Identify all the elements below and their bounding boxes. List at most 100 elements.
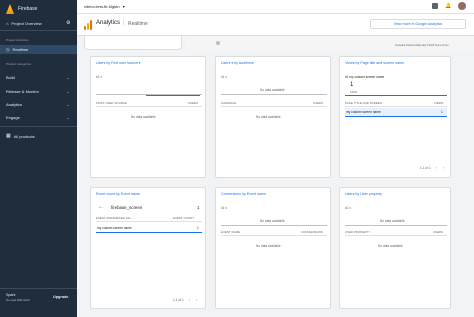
chart-baseline xyxy=(146,95,200,96)
sidebar-item-all-products[interactable]: ▦ All products xyxy=(6,133,35,139)
column-header-users: USERS xyxy=(188,101,199,105)
sidebar-item-release-monitor[interactable]: Release & Monitor ⌄ xyxy=(6,89,71,94)
brand-name: Firebase xyxy=(18,6,38,12)
no-data-message-top: No data available xyxy=(260,219,285,223)
user-property-card: Users by User property #1 ▾ No data avai… xyxy=(339,187,451,309)
sidebar-item-engage[interactable]: Engage ⌄ xyxy=(6,115,71,120)
rank-selector[interactable]: #1 ▾ xyxy=(96,75,102,79)
next-page-icon[interactable]: › xyxy=(443,166,444,170)
row-label: my custom screen name xyxy=(97,226,132,230)
column-header-source: FIRST USER SOURCE xyxy=(96,101,128,105)
card-title[interactable]: Users by User property xyxy=(345,192,382,196)
analytics-title: Analytics xyxy=(96,20,121,26)
sidebar-item-engage-label: Engage xyxy=(6,115,20,120)
card-title[interactable]: Event count by Event name xyxy=(96,192,140,196)
project-overview-link[interactable]: ⌂ Project Overview xyxy=(6,21,42,26)
plan-price: No-cost $0/month xyxy=(6,298,30,302)
map-marker-icon xyxy=(216,41,220,45)
grid-icon: ▦ xyxy=(6,133,11,139)
upgrade-button[interactable]: Upgrade xyxy=(53,295,68,299)
firebase-logo[interactable]: Firebase xyxy=(6,4,37,14)
chart-bar xyxy=(345,95,447,96)
project-name: vibhor-test-fb-f4gktn xyxy=(84,4,120,9)
sidebar-item-realtime[interactable]: ◷ Realtime xyxy=(6,47,28,52)
row-bar xyxy=(345,116,447,117)
chevron-down-icon: ⌄ xyxy=(66,102,70,107)
column-header-property: USER PROPERTY xyxy=(345,230,371,234)
back-arrow-icon[interactable]: ← xyxy=(98,204,104,210)
column-header-audience: AUDIENCE xyxy=(221,101,237,105)
project-selector[interactable]: vibhor-test-fb-f4gktn ▾ xyxy=(84,4,125,9)
home-icon: ⌂ xyxy=(6,21,9,26)
card-title[interactable]: Conversions by Event name xyxy=(221,192,266,196)
pagination-text: 1-1 of 1 xyxy=(420,166,431,170)
column-header-param: EVENT PARAMETER VAL... xyxy=(96,216,134,220)
card-title[interactable]: Views by Page title and screen name xyxy=(345,61,404,65)
notifications-icon[interactable]: 🔔 xyxy=(445,3,451,9)
sidebar-item-analytics[interactable]: Analytics ⌄ xyxy=(6,102,71,107)
column-header-event: EVENT NAME xyxy=(221,230,241,234)
rank-percentage: 100% xyxy=(350,90,358,94)
rank-selector[interactable]: #1 ▾ xyxy=(221,206,227,210)
no-data-message: No data available xyxy=(256,115,281,119)
project-shortcuts-heading: Project shortcuts xyxy=(6,38,29,42)
top-bar: vibhor-test-fb-f4gktn ▾ 🔔 xyxy=(77,0,474,14)
sidebar-item-release-label: Release & Monitor xyxy=(6,89,39,94)
rank-title: #1 my custom screen name xyxy=(345,75,385,79)
rank-selector[interactable]: #1 ▾ xyxy=(221,75,227,79)
prev-page-icon[interactable]: ‹ xyxy=(189,298,190,302)
users-by-audience-card: Users ▾ by Audience #1 ▾ No data availab… xyxy=(215,56,331,178)
event-count-card: Event count by Event name ← firebase_scr… xyxy=(90,187,206,309)
row-label: my custom screen name xyxy=(346,110,381,114)
column-header-conversions: CONVERSIONS xyxy=(301,230,323,234)
column-header-users: USERS xyxy=(433,230,444,234)
no-data-message: No data available xyxy=(378,244,403,248)
rank-selector[interactable]: #1 ▾ xyxy=(345,206,351,210)
pagination-text: 1-1 of 1 xyxy=(173,298,184,302)
chevron-down-icon: ⌄ xyxy=(66,89,70,94)
view-more-google-analytics-button[interactable]: View more in Google Analytics xyxy=(370,19,466,29)
column-header-count: EVENT COUNT xyxy=(173,216,195,220)
map-attribution: Keyboard shortcuts Map data ©2023 Terms … xyxy=(395,44,449,47)
table-row[interactable]: my custom screen name 1 xyxy=(96,224,202,232)
realtime-label: Realtime xyxy=(12,47,29,52)
firebase-flame-icon xyxy=(6,4,14,14)
avatar[interactable] xyxy=(458,2,466,10)
no-data-message-top: No data available xyxy=(260,88,285,92)
analytics-logo-icon xyxy=(84,20,92,30)
conversions-card: Conversions by Event name #1 ▾ No data a… xyxy=(215,187,331,309)
column-header-views: VIEWS xyxy=(434,101,444,105)
row-bar xyxy=(96,232,202,233)
rank-count: 1 xyxy=(350,82,354,88)
card-title[interactable]: Users by First user source ▾ xyxy=(96,61,141,65)
settings-gear-icon[interactable]: ⚙ xyxy=(66,20,70,26)
all-products-label: All products xyxy=(13,133,35,139)
section-title: Realtime xyxy=(128,21,148,27)
title-separator: | xyxy=(123,20,125,26)
sidebar-item-analytics-label: Analytics xyxy=(6,102,23,107)
view-more-label: View more in Google Analytics xyxy=(393,22,443,26)
views-by-page-card: Views by Page title and screen name #1 m… xyxy=(339,56,451,178)
chevron-down-icon: ⌄ xyxy=(66,115,70,120)
project-overview-label: Project Overview xyxy=(11,21,42,26)
column-header-page: PAGE TITLE AND SCREEN... xyxy=(345,101,385,105)
no-data-message: No data available xyxy=(131,115,156,119)
prev-page-icon[interactable]: ‹ xyxy=(436,166,437,170)
row-value: 1 xyxy=(197,226,199,230)
column-header-users: USERS xyxy=(313,101,324,105)
sidebar-item-build-label: Build xyxy=(6,75,15,80)
chevron-down-icon: ▾ xyxy=(122,4,125,9)
next-page-icon[interactable]: › xyxy=(196,298,197,302)
no-data-message-top: No data available xyxy=(380,219,405,223)
sidebar-item-build[interactable]: Build ⌄ xyxy=(6,75,71,80)
sidebar: Firebase ⌂ Project Overview ⚙ Project sh… xyxy=(0,0,77,317)
no-data-message: No data available xyxy=(256,244,281,248)
event-value: 1 xyxy=(197,205,200,210)
map-area[interactable] xyxy=(186,36,474,50)
card-title[interactable]: Users ▾ by Audience xyxy=(221,61,254,65)
analytics-header: Analytics | Realtime View more in Google… xyxy=(77,14,474,36)
table-row[interactable]: my custom screen name 1 xyxy=(345,108,447,116)
help-icon[interactable] xyxy=(432,3,438,9)
product-categories-heading: Product categories xyxy=(6,62,32,66)
chevron-down-icon: ⌄ xyxy=(66,75,70,80)
